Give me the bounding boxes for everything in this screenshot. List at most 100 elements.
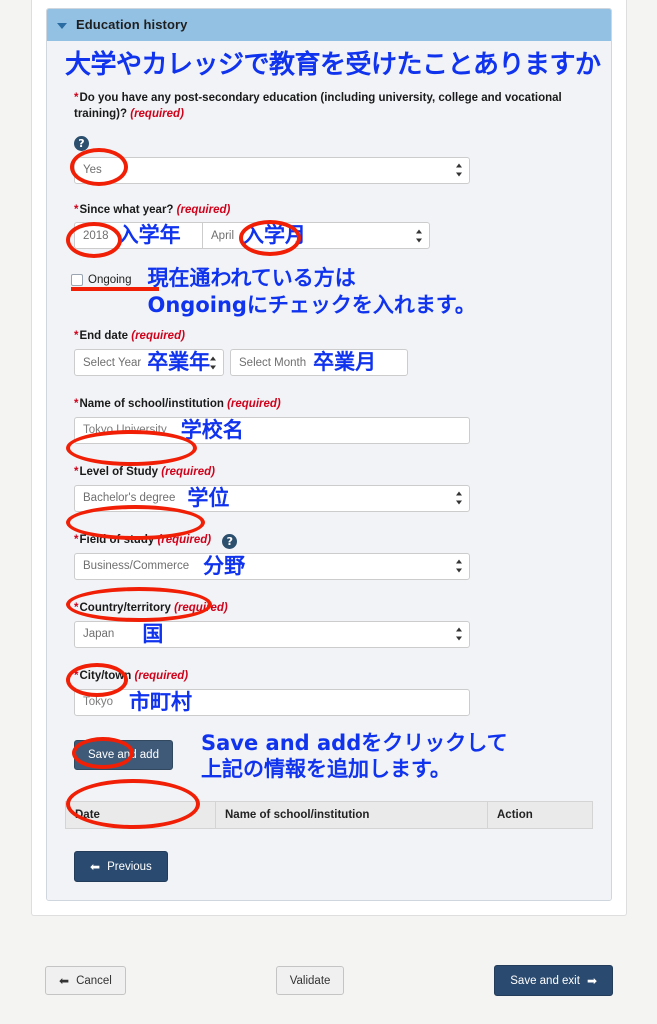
help-circle-icon[interactable]: ? — [222, 533, 238, 549]
form-card: Education history 大学やカレッジで教育を受けたことありますか … — [31, 0, 627, 917]
city-label-text: City/town — [79, 669, 132, 682]
help-circle-icon[interactable]: ? — [74, 135, 89, 151]
field-of-study-value: Business/Commerce — [83, 560, 190, 573]
save-and-exit-button[interactable]: Save and exit ➡ — [494, 965, 613, 996]
country-label-text: Country/territory — [79, 601, 171, 614]
country-select[interactable]: Japan 国 — [74, 620, 470, 648]
since-month-value: April — [211, 229, 235, 242]
annotation-save-add-line2: 上記の情報を追加します。 — [200, 757, 451, 782]
annotation-ongoing-line1: 現在通われている方は — [147, 266, 356, 291]
save-and-exit-label: Save and exit — [510, 974, 580, 987]
end-month-placeholder: Select Month — [239, 356, 307, 369]
since-year-select[interactable]: 2018 入学年 — [74, 222, 202, 250]
annotation-country: 国 — [142, 621, 164, 646]
arrow-left-icon: ⬅ — [59, 973, 70, 988]
city-value: Tokyo — [83, 696, 114, 709]
level-of-study-value: Bachelor's degree — [83, 492, 176, 505]
required-asterisk: * — [74, 330, 79, 343]
spinner-icon[interactable] — [415, 229, 422, 243]
city-label: *City/town (required) — [65, 669, 593, 685]
since-year-label-text: Since what year? — [79, 203, 174, 216]
required-asterisk: * — [74, 91, 79, 104]
column-header-action: Action — [487, 801, 593, 830]
school-label-text: Name of school/institution — [79, 398, 224, 411]
field-school-name: *Name of school/institution (required) T… — [65, 397, 593, 444]
spinner-icon[interactable] — [455, 559, 462, 573]
level-label-text: Level of Study — [79, 465, 159, 478]
country-value: Japan — [83, 628, 115, 641]
school-label: *Name of school/institution (required) — [65, 397, 593, 413]
since-year-value: 2018 — [83, 229, 109, 242]
save-and-add-label: Save and add — [88, 748, 159, 761]
required-asterisk: * — [74, 601, 79, 614]
end-year-placeholder: Select Year — [83, 356, 142, 369]
since-month-select[interactable]: April 入学月 — [202, 222, 430, 250]
end-date-label-text: End date — [79, 330, 129, 343]
table-header-row: Date Name of school/institution Action — [65, 801, 593, 830]
field-end-date: *End date (required) Select Year 卒業年 Sel… — [65, 329, 593, 377]
annotation-end-year: 卒業年 — [147, 350, 211, 375]
field-country: *Country/territory (required) Japan 国 — [65, 601, 593, 648]
panel-header[interactable]: Education history — [47, 9, 611, 41]
required-asterisk: * — [74, 669, 79, 682]
previous-button[interactable]: ⬅ Previous — [74, 851, 168, 883]
arrow-right-icon: ➡ — [586, 973, 597, 988]
panel-title: Education history — [76, 17, 188, 32]
level-label: *Level of Study (required) — [65, 465, 593, 481]
country-label: *Country/territory (required) — [65, 601, 593, 617]
validate-button[interactable]: Validate — [275, 966, 345, 995]
annotation-save-add-line1: Save and addをクリックして — [200, 730, 508, 755]
end-month-select[interactable]: Select Month 卒業月 — [230, 349, 408, 377]
annotation-school-name: 学校名 — [180, 417, 244, 442]
annotation-end-month: 卒業月 — [313, 350, 377, 375]
annotation-ongoing-line2: Ongoingにチェックを入れます。 — [147, 293, 476, 318]
since-year-label: *Since what year? (required) — [65, 203, 593, 219]
post-secondary-value: Yes — [83, 164, 102, 177]
field-of-study-label-text: Field of study — [79, 533, 155, 546]
level-of-study-select[interactable]: Bachelor's degree 学位 — [74, 484, 470, 512]
field-city: *City/town (required) Tokyo 市町村 — [65, 669, 593, 716]
column-header-date: Date — [65, 801, 216, 830]
post-secondary-label: *Do you have any post-secondary educatio… — [65, 91, 593, 123]
cancel-label: Cancel — [76, 974, 112, 987]
required-tag: (required) — [157, 533, 212, 546]
post-secondary-select[interactable]: Yes — [74, 156, 470, 184]
required-tag: (required) — [161, 465, 215, 478]
school-name-input[interactable]: Tokyo University 学校名 — [74, 416, 470, 444]
city-input[interactable]: Tokyo 市町村 — [74, 688, 470, 716]
spinner-icon[interactable] — [455, 163, 462, 177]
ongoing-checkbox[interactable] — [71, 274, 83, 287]
cancel-button[interactable]: ⬅ Cancel — [45, 966, 126, 995]
save-and-add-button[interactable]: Save and add — [74, 739, 173, 770]
required-asterisk: * — [74, 203, 79, 216]
validate-label: Validate — [289, 974, 331, 987]
arrow-left-icon: ⬅ — [90, 859, 101, 874]
required-tag: (required) — [174, 601, 228, 614]
required-asterisk: * — [74, 465, 79, 478]
field-level-of-study: *Level of Study (required) Bachelor's de… — [65, 465, 593, 512]
annotation-underline — [71, 287, 159, 292]
spinner-icon[interactable] — [455, 627, 462, 641]
required-tag: (required) — [131, 330, 185, 343]
annotation-heading: 大学やカレッジで教育を受けたことありますか — [65, 50, 601, 80]
school-name-value: Tokyo University — [83, 424, 167, 437]
chevron-down-icon[interactable] — [57, 22, 67, 29]
panel-body: 大学やカレッジで教育を受けたことありますか *Do you have any p… — [47, 41, 611, 901]
required-tag: (required) — [176, 203, 231, 216]
end-year-select[interactable]: Select Year 卒業年 — [74, 349, 224, 377]
spinner-icon[interactable] — [209, 356, 216, 370]
annotation-since-month: 入学月 — [243, 223, 307, 248]
annotation-since-year: 入学年 — [117, 223, 181, 248]
ongoing-checkbox-wrap[interactable]: Ongoing — [71, 274, 159, 292]
bottom-action-bar: ⬅ Cancel Validate Save and exit ➡ — [31, 965, 627, 996]
column-header-school: Name of school/institution — [215, 801, 488, 830]
field-post-secondary: *Do you have any post-secondary educatio… — [65, 91, 593, 184]
required-tag: (required) — [130, 107, 184, 120]
required-asterisk: * — [74, 533, 79, 546]
save-add-row: Save and add Save and addをクリックして 上記の情報を追… — [65, 730, 593, 784]
field-field-of-study: *Field of study (required) ? Business/Co… — [65, 533, 593, 580]
annotation-field-of-study: 分野 — [203, 553, 246, 578]
field-of-study-select[interactable]: Business/Commerce 分野 — [74, 552, 470, 580]
required-tag: (required) — [227, 398, 281, 411]
spinner-icon[interactable] — [455, 491, 462, 505]
